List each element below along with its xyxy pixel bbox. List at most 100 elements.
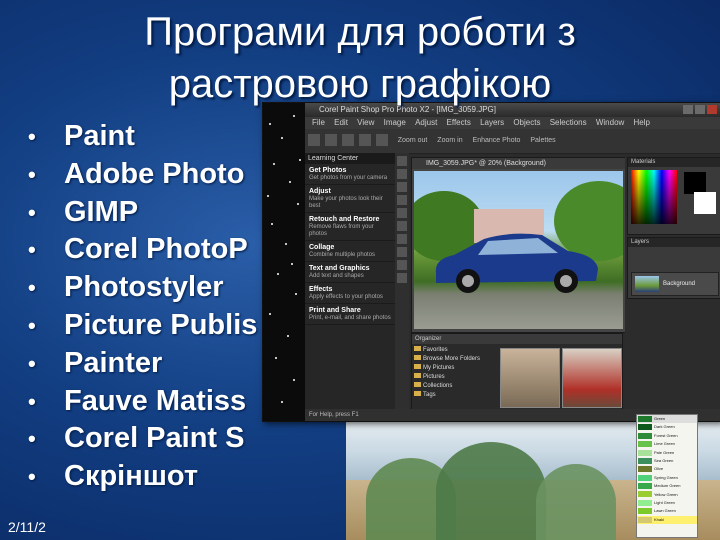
- color-label: Khaki: [654, 516, 665, 522]
- folder-item[interactable]: Favorites: [414, 346, 496, 355]
- menu-effects[interactable]: Effects: [447, 118, 471, 127]
- star-dot: [275, 357, 277, 359]
- learning-item-text-graphics[interactable]: Text and Graphics Add text and shapes: [305, 262, 395, 283]
- color-list-row[interactable]: Spring Green: [637, 474, 697, 482]
- color-list-row[interactable]: Lime Green: [637, 440, 697, 448]
- background-color-swatch[interactable]: [694, 192, 716, 214]
- color-swatch: [638, 466, 652, 473]
- color-label: Green: [654, 416, 666, 421]
- folder-item[interactable]: Pictures: [414, 373, 496, 382]
- learning-center-panel: Learning Center Get Photos Get photos fro…: [305, 153, 396, 409]
- menu-image[interactable]: Image: [384, 118, 406, 127]
- crop-tool-icon[interactable]: [397, 182, 407, 192]
- color-list-row[interactable]: Sea Green: [637, 457, 697, 465]
- color-swatch: [638, 441, 652, 448]
- materials-header: Materials: [628, 158, 720, 167]
- save-icon[interactable]: [341, 134, 354, 147]
- close-icon[interactable]: [707, 105, 717, 114]
- minimize-icon[interactable]: [683, 105, 693, 114]
- redo-icon[interactable]: [375, 134, 388, 147]
- menu-window[interactable]: Window: [596, 118, 624, 127]
- color-label: Pale Green: [654, 449, 675, 455]
- color-list-row[interactable]: Olive: [637, 465, 697, 473]
- zoom-tool-icon[interactable]: [397, 169, 407, 179]
- color-list-row[interactable]: Light Green: [637, 499, 697, 507]
- program-list: • Paint • Adobe Photo • GIMP • Corel PhotoP …: [28, 118, 257, 496]
- learning-item-retouch[interactable]: Retouch and Restore Remove flaws from you…: [305, 213, 395, 241]
- star-dot: [285, 243, 287, 245]
- menu-layers[interactable]: Layers: [480, 118, 504, 127]
- materials-palette: Materials: [627, 157, 720, 235]
- shape-tool-icon[interactable]: [397, 273, 407, 283]
- title-line-1: Програми для роботи з: [144, 10, 576, 54]
- menu-file[interactable]: File: [312, 118, 325, 127]
- star-dot: [281, 137, 283, 139]
- color-swatch: [638, 508, 652, 515]
- star-dot: [269, 313, 271, 315]
- folder-icon: [414, 364, 421, 369]
- star-dot: [281, 401, 283, 403]
- folder-item[interactable]: Tags: [414, 391, 496, 400]
- color-swatch: [638, 432, 652, 439]
- color-list-row[interactable]: Khaki: [637, 515, 697, 525]
- star-dot: [277, 273, 279, 275]
- thumbnail[interactable]: [562, 348, 622, 408]
- color-list-row[interactable]: Forest Green: [637, 432, 697, 440]
- thumbnail[interactable]: [500, 348, 560, 408]
- learning-item-collage[interactable]: Collage Combine multiple photos: [305, 241, 395, 262]
- open-file-icon[interactable]: [324, 134, 337, 147]
- menu-objects[interactable]: Objects: [513, 118, 540, 127]
- program-list-item: • Painter: [28, 346, 163, 379]
- menu-view[interactable]: View: [357, 118, 374, 127]
- text-tool-icon[interactable]: [397, 260, 407, 270]
- enhance-photo-button[interactable]: Enhance Photo: [473, 137, 521, 144]
- menu-help[interactable]: Help: [634, 118, 650, 127]
- color-list-row[interactable]: Yellow Green: [637, 491, 697, 499]
- blue-car: [435, 233, 598, 293]
- foreground-color-swatch[interactable]: [684, 172, 706, 194]
- learning-item-get-photos[interactable]: Get Photos Get photos from your camera: [305, 164, 395, 185]
- painting-agave-2: [436, 442, 546, 540]
- zoom-out-button[interactable]: Zoom out: [398, 137, 428, 144]
- eraser-tool-icon[interactable]: [397, 234, 407, 244]
- undo-icon[interactable]: [358, 134, 371, 147]
- new-file-icon[interactable]: [308, 134, 320, 147]
- folder-item[interactable]: My Pictures: [414, 364, 496, 373]
- folder-item[interactable]: Browse More Folders: [414, 355, 496, 364]
- pan-tool-icon[interactable]: [397, 156, 407, 166]
- tools-bar: [395, 153, 409, 409]
- slide: Corel Paint Shop Pro Photo X2 - [IMG_305…: [0, 0, 720, 540]
- maximize-icon[interactable]: [695, 105, 705, 114]
- fill-tool-icon[interactable]: [397, 247, 407, 257]
- learning-item-effects[interactable]: Effects Apply effects to your photos: [305, 283, 395, 304]
- color-list-row[interactable]: Dark Green: [637, 423, 697, 431]
- color-label: Lawn Green: [654, 508, 676, 514]
- menu-adjust[interactable]: Adjust: [415, 118, 437, 127]
- layers-palette: Layers Background: [627, 237, 720, 299]
- star-dot: [269, 123, 271, 125]
- color-label: Medium Green: [654, 483, 681, 489]
- palettes-button[interactable]: Palettes: [530, 137, 555, 144]
- color-list-row[interactable]: Green: [637, 415, 697, 424]
- brush-tool-icon[interactable]: [397, 208, 407, 218]
- color-label: Forest Green: [654, 432, 678, 438]
- car-photo[interactable]: [414, 171, 623, 329]
- color-label: Light Green: [654, 499, 675, 505]
- learning-item-adjust[interactable]: Adjust Make your photos look their best: [305, 185, 395, 213]
- program-list-item: • GIMP: [28, 195, 139, 228]
- menu-selections[interactable]: Selections: [550, 118, 587, 127]
- zoom-in-button[interactable]: Zoom in: [437, 137, 462, 144]
- learning-item-print-share[interactable]: Print and Share Print, e-mail, and share …: [305, 304, 395, 325]
- color-list-row[interactable]: Lawn Green: [637, 507, 697, 515]
- color-label: Lime Green: [654, 441, 675, 447]
- clone-tool-icon[interactable]: [397, 221, 407, 231]
- color-picker[interactable]: [631, 170, 677, 224]
- layer-name: Background: [663, 281, 696, 287]
- status-text: For Help, press F1: [309, 412, 359, 418]
- layer-row-background[interactable]: Background: [631, 272, 719, 296]
- menu-edit[interactable]: Edit: [334, 118, 348, 127]
- folder-item[interactable]: Collections: [414, 382, 496, 391]
- selection-tool-icon[interactable]: [397, 195, 407, 205]
- color-list-row[interactable]: Pale Green: [637, 449, 697, 457]
- color-list-row[interactable]: Medium Green: [637, 482, 697, 490]
